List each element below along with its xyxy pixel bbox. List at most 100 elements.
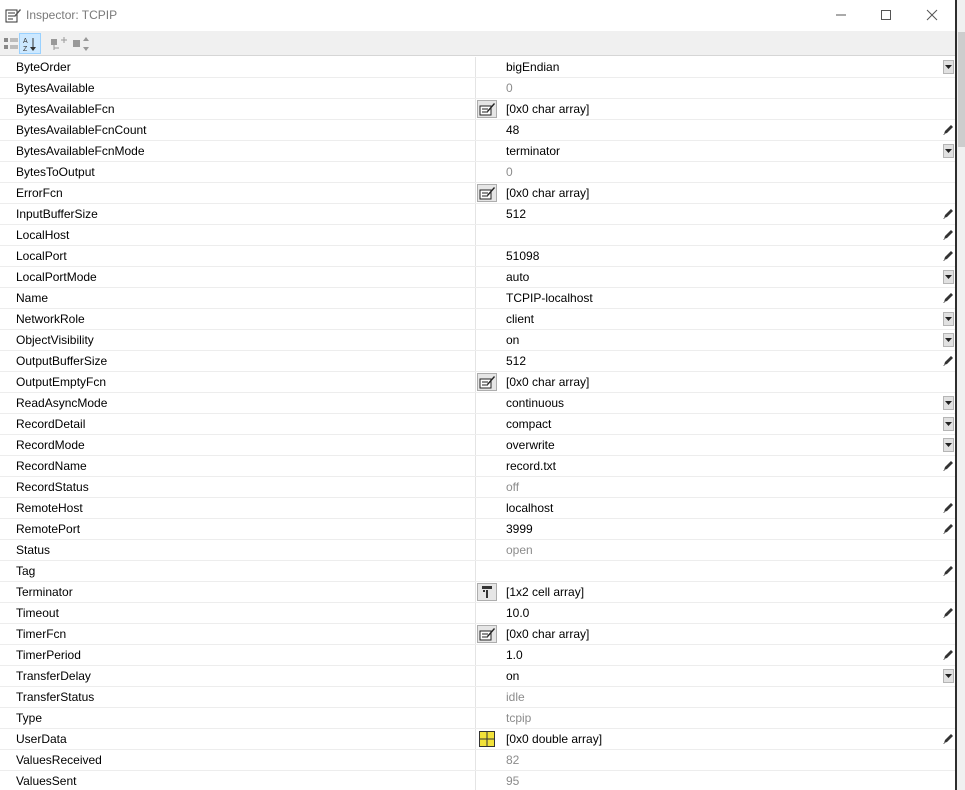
property-row-errorfcn[interactable]: ErrorFcn [0x0 char array] (0, 183, 955, 204)
property-value[interactable]: 51098 (506, 246, 539, 266)
property-editor-button[interactable] (477, 184, 497, 202)
property-value[interactable]: 48 (506, 120, 519, 140)
property-value[interactable]: 512 (506, 351, 526, 371)
property-row-bytestooutput[interactable]: BytesToOutput 0 (0, 162, 955, 183)
property-row-valuessent[interactable]: ValuesSent 95 (0, 771, 955, 790)
property-row-localport[interactable]: LocalPort 51098 (0, 246, 955, 267)
property-value[interactable]: TCPIP-localhost (506, 288, 593, 308)
property-row-bytesavailablefcnmode[interactable]: BytesAvailableFcnMode terminator (0, 141, 955, 162)
property-value[interactable]: overwrite (506, 435, 555, 455)
property-row-timerperiod[interactable]: TimerPeriod 1.0 (0, 645, 955, 666)
property-row-outputbuffersize[interactable]: OutputBufferSize 512 (0, 351, 955, 372)
pencil-icon[interactable] (942, 208, 954, 220)
dropdown-button[interactable] (943, 438, 954, 452)
property-row-timerfcn[interactable]: TimerFcn [0x0 char array] (0, 624, 955, 645)
property-value[interactable]: [0x0 char array] (506, 99, 589, 119)
property-row-timeout[interactable]: Timeout 10.0 (0, 603, 955, 624)
property-value[interactable]: record.txt (506, 456, 556, 476)
pencil-icon[interactable] (942, 292, 954, 304)
property-row-remotehost[interactable]: RemoteHost localhost (0, 498, 955, 519)
property-value[interactable]: on (506, 666, 519, 686)
property-row-recorddetail[interactable]: RecordDetail compact (0, 414, 955, 435)
property-row-readasyncmode[interactable]: ReadAsyncMode continuous (0, 393, 955, 414)
property-value[interactable]: terminator (506, 141, 560, 161)
property-editor-button[interactable] (477, 730, 497, 748)
property-row-localhost[interactable]: LocalHost (0, 225, 955, 246)
scrollbar-thumb[interactable] (958, 32, 965, 147)
property-row-byteorder[interactable]: ByteOrder bigEndian (0, 57, 955, 78)
property-row-status[interactable]: Status open (0, 540, 955, 561)
property-value[interactable]: 512 (506, 204, 526, 224)
property-row-objectvisibility[interactable]: ObjectVisibility on (0, 330, 955, 351)
toolbar: A Z (0, 31, 955, 56)
property-editor-button[interactable] (477, 373, 497, 391)
pencil-icon[interactable] (942, 523, 954, 535)
property-value[interactable]: localhost (506, 498, 553, 518)
pencil-icon[interactable] (942, 460, 954, 472)
property-row-userdata[interactable]: UserData [0x0 double array] (0, 729, 955, 750)
dropdown-button[interactable] (943, 669, 954, 683)
pencil-icon[interactable] (942, 649, 954, 661)
property-row-type[interactable]: Type tcpip (0, 708, 955, 729)
property-row-transferdelay[interactable]: TransferDelay on (0, 666, 955, 687)
property-value[interactable]: on (506, 330, 519, 350)
dropdown-button[interactable] (943, 144, 954, 158)
property-row-recordstatus[interactable]: RecordStatus off (0, 477, 955, 498)
property-row-tag[interactable]: Tag (0, 561, 955, 582)
property-row-networkrole[interactable]: NetworkRole client (0, 309, 955, 330)
minimize-button[interactable] (818, 0, 864, 30)
pencil-icon[interactable] (942, 733, 954, 745)
property-row-transferstatus[interactable]: TransferStatus idle (0, 687, 955, 708)
property-row-inputbuffersize[interactable]: InputBufferSize 512 (0, 204, 955, 225)
pencil-icon[interactable] (942, 502, 954, 514)
pencil-icon[interactable] (942, 565, 954, 577)
collapse-all-button[interactable] (70, 33, 92, 54)
pencil-icon[interactable] (942, 124, 954, 136)
property-value[interactable]: compact (506, 414, 551, 434)
property-value[interactable]: [0x0 char array] (506, 372, 589, 392)
pencil-icon[interactable] (942, 250, 954, 262)
dropdown-button[interactable] (943, 333, 954, 347)
window-title: Inspector: TCPIP (26, 8, 118, 22)
property-row-recordmode[interactable]: RecordMode overwrite (0, 435, 955, 456)
property-value[interactable]: continuous (506, 393, 564, 413)
expand-all-button[interactable] (48, 33, 70, 54)
property-value[interactable]: [0x0 double array] (506, 729, 602, 749)
property-value[interactable]: [0x0 char array] (506, 624, 589, 644)
property-row-valuesreceived[interactable]: ValuesReceived 82 (0, 750, 955, 771)
property-editor-button[interactable] (477, 583, 497, 601)
property-editor-button[interactable] (477, 100, 497, 118)
property-row-recordname[interactable]: RecordName record.txt (0, 456, 955, 477)
pencil-icon[interactable] (942, 355, 954, 367)
maximize-button[interactable] (863, 0, 909, 30)
property-value[interactable]: bigEndian (506, 57, 559, 77)
property-value[interactable]: 10.0 (506, 603, 529, 623)
property-name: TimerFcn (0, 624, 476, 644)
vertical-scrollbar[interactable] (955, 0, 965, 790)
property-value[interactable]: [0x0 char array] (506, 183, 589, 203)
close-button[interactable] (909, 0, 955, 30)
dropdown-button[interactable] (943, 270, 954, 284)
property-row-terminator[interactable]: Terminator [1x2 cell array] (0, 582, 955, 603)
property-value[interactable]: client (506, 309, 534, 329)
property-value[interactable]: 1.0 (506, 645, 523, 665)
property-row-bytesavailable[interactable]: BytesAvailable 0 (0, 78, 955, 99)
property-value[interactable]: [1x2 cell array] (506, 582, 584, 602)
property-name: RecordMode (0, 435, 476, 455)
property-row-remoteport[interactable]: RemotePort 3999 (0, 519, 955, 540)
property-row-name[interactable]: Name TCPIP-localhost (0, 288, 955, 309)
dropdown-button[interactable] (943, 60, 954, 74)
property-editor-button[interactable] (477, 625, 497, 643)
pencil-icon[interactable] (942, 607, 954, 619)
property-value[interactable]: auto (506, 267, 529, 287)
dropdown-button[interactable] (943, 417, 954, 431)
property-value[interactable]: 3999 (506, 519, 533, 539)
property-row-localportmode[interactable]: LocalPortMode auto (0, 267, 955, 288)
pencil-icon[interactable] (942, 229, 954, 241)
sort-alphabetical-button[interactable]: A Z (19, 33, 41, 54)
dropdown-button[interactable] (943, 312, 954, 326)
property-row-bytesavailablefcncount[interactable]: BytesAvailableFcnCount 48 (0, 120, 955, 141)
property-row-outputemptyfcn[interactable]: OutputEmptyFcn [0x0 char array] (0, 372, 955, 393)
dropdown-button[interactable] (943, 396, 954, 410)
property-row-bytesavailablefcn[interactable]: BytesAvailableFcn [0x0 char array] (0, 99, 955, 120)
